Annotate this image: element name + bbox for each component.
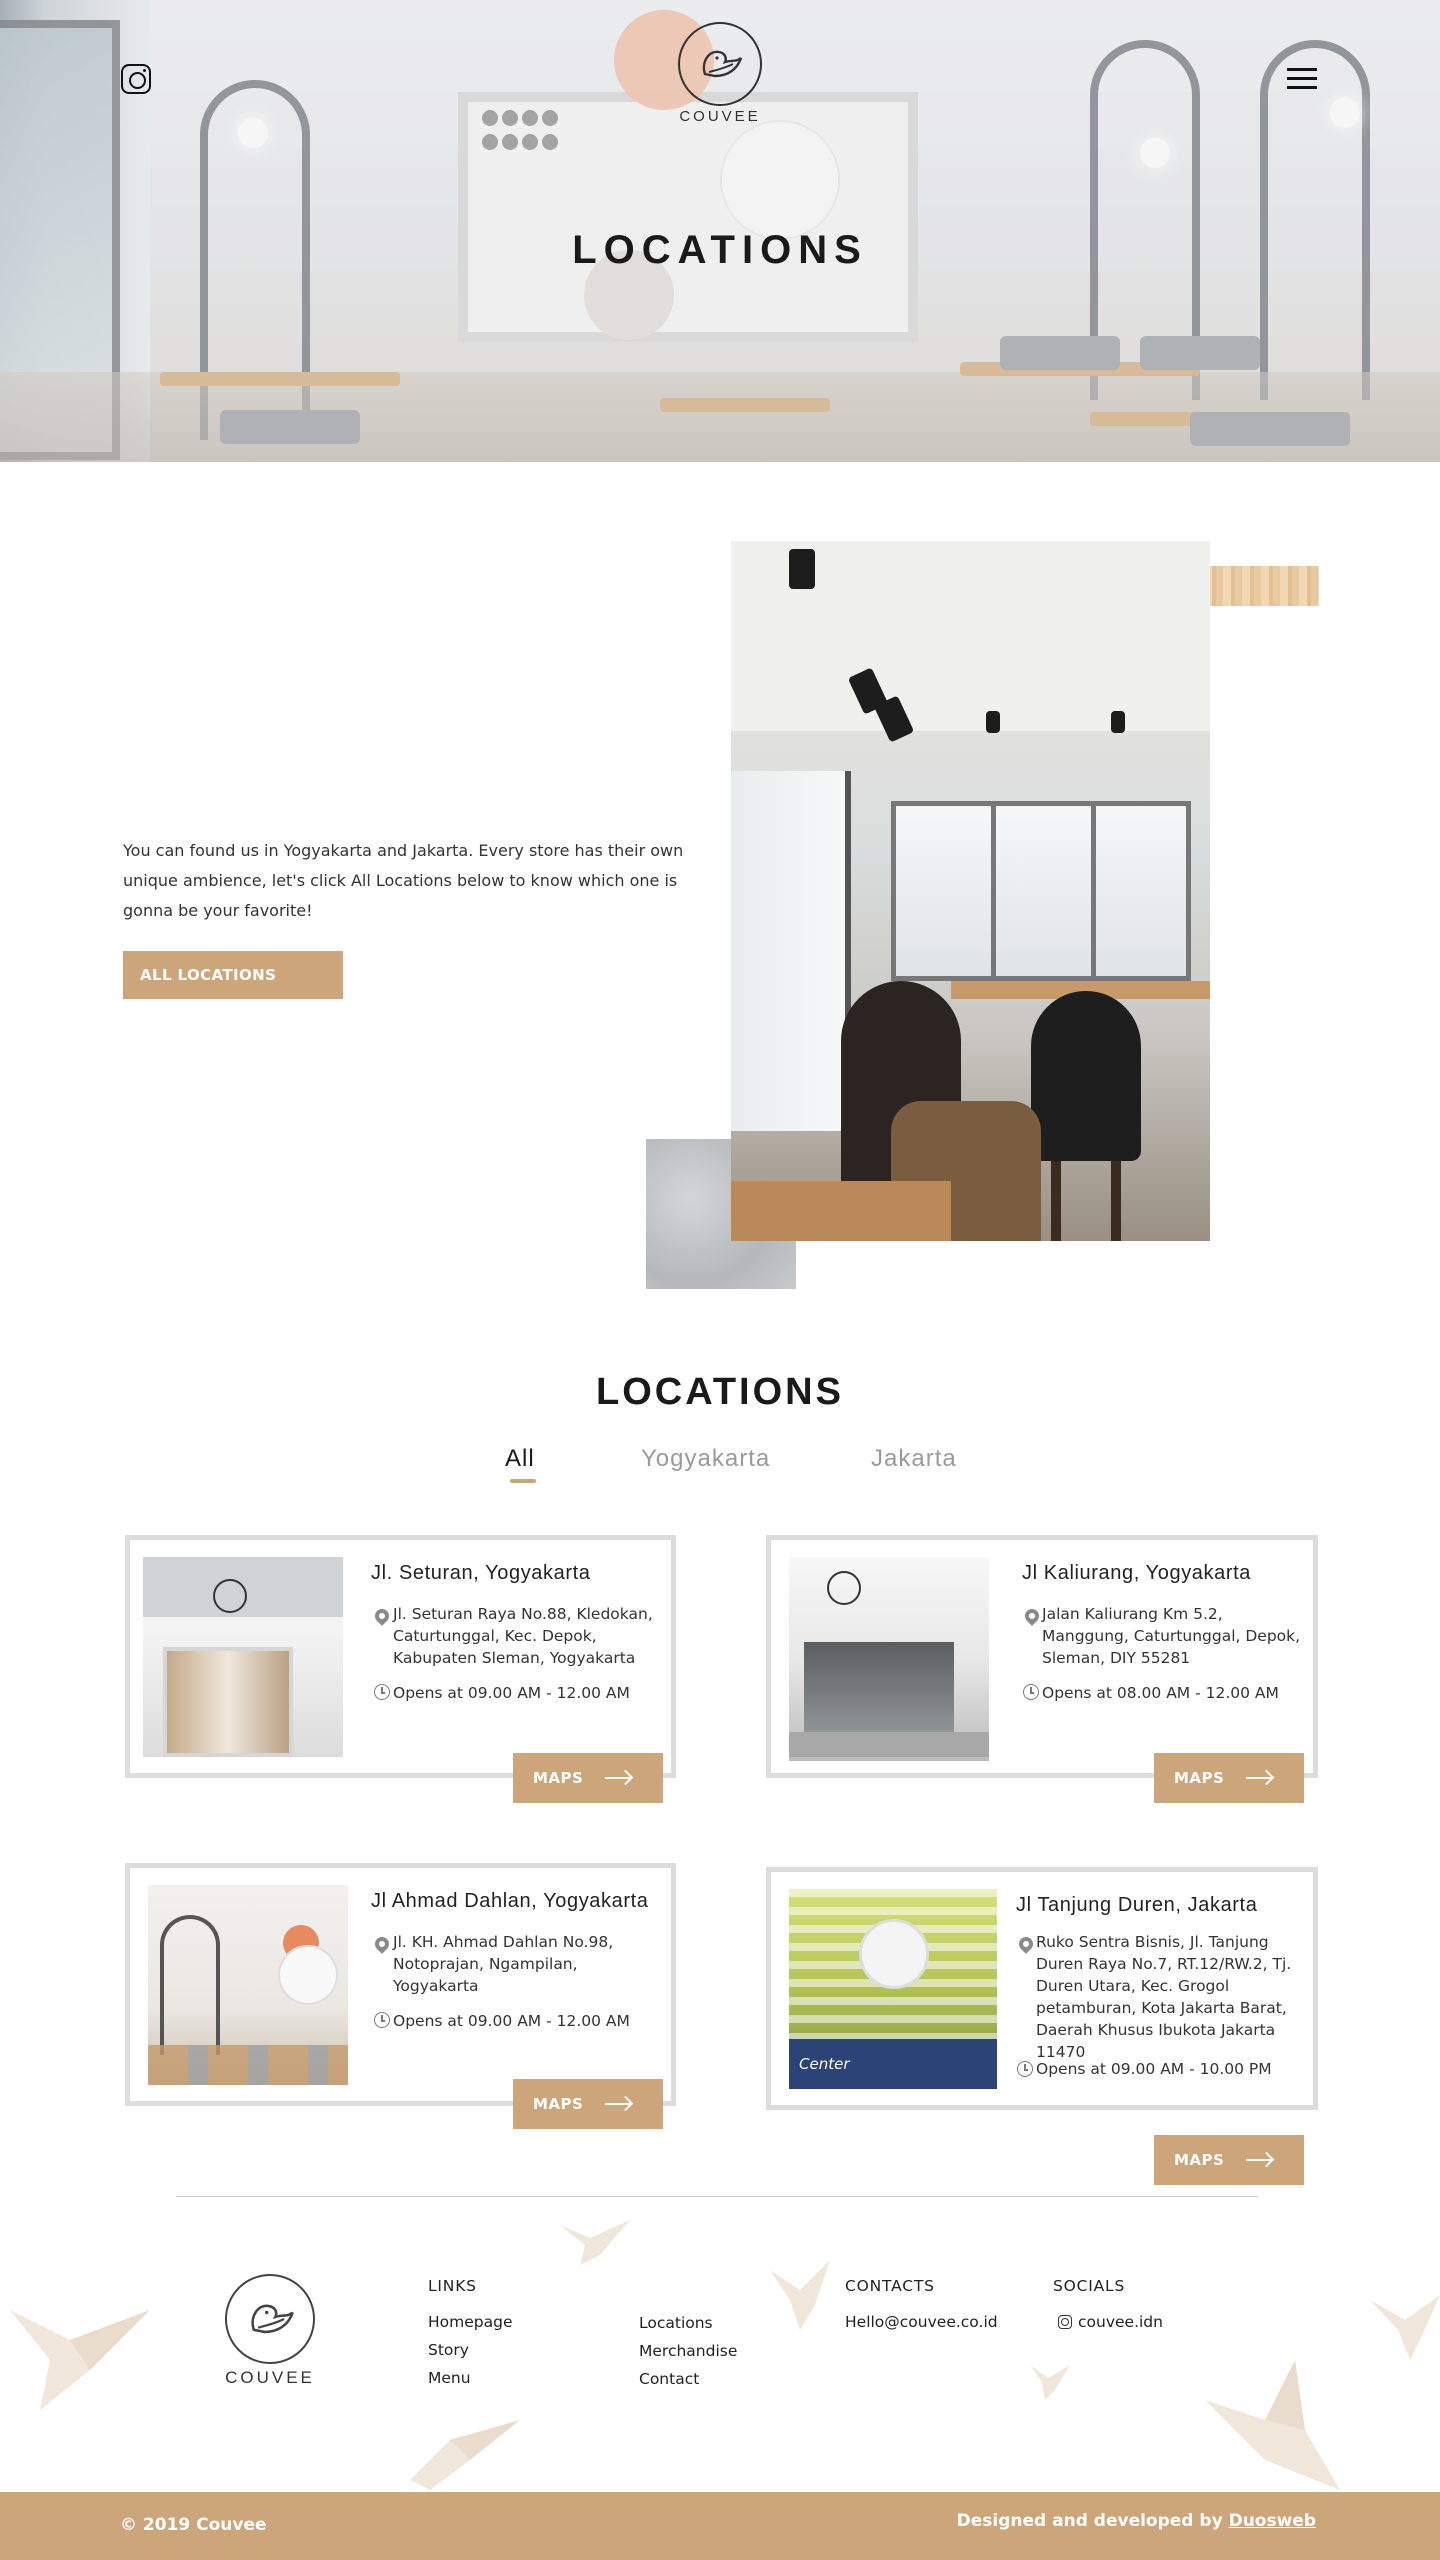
- footer-social-link[interactable]: couvee.idn: [1078, 2313, 1163, 2331]
- footer-link-contact[interactable]: Contact: [639, 2370, 699, 2388]
- store-image: [143, 1557, 343, 1757]
- maps-button-label: MAPS: [533, 1769, 584, 1787]
- location-address: Jalan Kaliurang Km 5.2, Manggung, Caturt…: [1042, 1605, 1301, 1667]
- location-address: Jl. Seturan Raya No.88, Kledokan, Caturt…: [393, 1605, 653, 1667]
- arrow-right-icon: [1246, 1777, 1272, 1779]
- location-hours: Opens at 09.00 AM - 12.00 AM: [393, 1684, 630, 1702]
- origami-bird-icon: [560, 2220, 630, 2265]
- clock-icon: [1023, 1684, 1039, 1700]
- store-image: Center: [789, 1889, 997, 2089]
- maps-button-label: MAPS: [1174, 2151, 1225, 2169]
- page-title: LOCATIONS: [572, 228, 868, 272]
- origami-bird-icon: [770, 2260, 830, 2330]
- clock-icon: [374, 2012, 390, 2028]
- footer-divider: [176, 2196, 1258, 2197]
- footer-link-merchandise[interactable]: Merchandise: [639, 2342, 737, 2360]
- origami-bird-icon: [10, 2310, 150, 2410]
- bird-logo-icon: [251, 2304, 294, 2334]
- credit-prefix: Designed and developed by: [956, 2511, 1229, 2531]
- footer-email-link[interactable]: Hello@couvee.co.id: [845, 2313, 998, 2331]
- footer-link-locations[interactable]: Locations: [639, 2314, 713, 2332]
- instagram-icon[interactable]: [121, 64, 151, 94]
- logo-ring: [678, 22, 762, 106]
- clock-icon: [374, 1684, 390, 1700]
- bird-logo-icon: [702, 50, 743, 78]
- active-tab-indicator: [510, 1479, 536, 1483]
- location-name: Jl. Seturan, Yogyakarta: [371, 1562, 591, 1584]
- location-name: Jl Ahmad Dahlan, Yogyakarta: [371, 1890, 649, 1912]
- location-card: Jl. Seturan, Yogyakarta Jl. Seturan Raya…: [125, 1535, 676, 1803]
- maps-button[interactable]: MAPS: [1154, 1753, 1304, 1803]
- maps-button[interactable]: MAPS: [513, 1753, 663, 1803]
- clock-icon: [1017, 2061, 1033, 2077]
- map-pin-icon: [372, 1934, 392, 1954]
- hero-banner: COUVEE LOCATIONS: [0, 0, 1440, 462]
- hamburger-menu-icon[interactable]: [1287, 68, 1317, 90]
- logo-wordmark: COUVEE: [679, 108, 761, 125]
- credit-text: Designed and developed by Duosweb: [957, 2511, 1316, 2531]
- footer-socials-heading: SOCIALS: [1053, 2277, 1126, 2295]
- footer-link-homepage[interactable]: Homepage: [428, 2313, 513, 2331]
- arrow-right-icon: [605, 1777, 631, 1779]
- origami-bird-icon: [410, 2420, 520, 2490]
- arrow-right-icon: [1246, 2159, 1272, 2161]
- location-hours: Opens at 09.00 AM - 12.00 AM: [393, 2012, 630, 2030]
- locations-heading: LOCATIONS: [596, 1371, 844, 1413]
- instagram-icon: [1058, 2315, 1072, 2329]
- location-card: Jl Ahmad Dahlan, Yogyakarta Jl. KH. Ahma…: [125, 1863, 676, 2129]
- footer-logo[interactable]: COUVEE: [218, 2274, 322, 2388]
- site-logo[interactable]: COUVEE: [672, 22, 768, 125]
- copyright: © 2019 Couvee: [120, 2515, 267, 2535]
- arrow-right-icon: [605, 2103, 631, 2105]
- footer-links-heading: LINKS: [428, 2277, 477, 2295]
- location-hours: Opens at 08.00 AM - 12.00 AM: [1042, 1684, 1279, 1702]
- location-address: Ruko Sentra Bisnis, Jl. Tanjung Duren Ra…: [1036, 1933, 1292, 2061]
- footer-bar: © 2019 Couvee Designed and developed by …: [0, 2492, 1440, 2560]
- maps-button-label: MAPS: [1174, 1769, 1225, 1787]
- location-name: Jl Tanjung Duren, Jakarta: [1016, 1894, 1258, 1916]
- all-locations-button[interactable]: ALL LOCATIONS: [123, 951, 343, 999]
- maps-button[interactable]: MAPS: [513, 2079, 663, 2129]
- logo-ring: [225, 2274, 315, 2364]
- maps-button-label: MAPS: [533, 2095, 584, 2113]
- origami-bird-icon: [1205, 2360, 1340, 2490]
- location-hours: Opens at 09.00 AM - 10.00 PM: [1036, 2060, 1272, 2078]
- map-pin-icon: [372, 1606, 392, 1626]
- footer-contacts-heading: CONTACTS: [845, 2277, 935, 2295]
- location-address: Jl. KH. Ahmad Dahlan No.98, Notoprajan, …: [393, 1933, 614, 1995]
- footer-link-menu[interactable]: Menu: [428, 2369, 471, 2387]
- location-card: Center Jl Tanjung Duren, Jakarta Ruko Se…: [766, 1867, 1318, 2185]
- map-pin-icon: [1022, 1606, 1042, 1626]
- origami-bird-icon: [1030, 2365, 1070, 2400]
- credit-link[interactable]: Duosweb: [1229, 2511, 1316, 2531]
- footer-link-story[interactable]: Story: [428, 2341, 469, 2359]
- map-pin-icon: [1016, 1934, 1036, 1954]
- intro-paragraph: You can found us in Yogyakarta and Jakar…: [123, 841, 684, 920]
- tab-all[interactable]: All: [505, 1445, 535, 1473]
- location-name: Jl Kaliurang, Yogyakarta: [1022, 1562, 1251, 1584]
- store-image: [148, 1885, 348, 2085]
- logo-wordmark: COUVEE: [225, 2368, 315, 2387]
- tab-yogyakarta[interactable]: Yogyakarta: [641, 1445, 770, 1473]
- tab-jakarta[interactable]: Jakarta: [871, 1445, 957, 1473]
- location-card: Jl Kaliurang, Yogyakarta Jalan Kaliurang…: [766, 1535, 1318, 1803]
- origami-bird-icon: [1370, 2295, 1440, 2360]
- store-image: [789, 1557, 989, 1761]
- store-photo: [731, 541, 1210, 1241]
- maps-button[interactable]: MAPS: [1154, 2135, 1304, 2185]
